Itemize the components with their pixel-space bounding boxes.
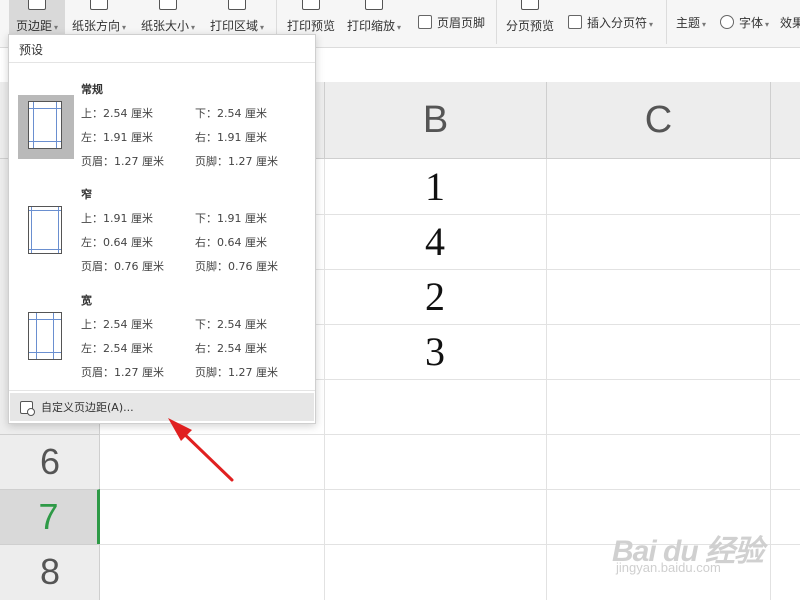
grid-line: [100, 434, 800, 435]
preset-footer: 页脚：1.27 厘米: [195, 366, 278, 379]
cell-b5[interactable]: 3: [324, 324, 546, 379]
print-area-label: 打印区域: [209, 19, 258, 33]
presets-heading: 预设: [9, 35, 315, 63]
preset-name: 常规: [81, 83, 103, 96]
row-header-8[interactable]: 8: [0, 544, 100, 599]
insert-page-break-button[interactable]: 插入分页符 ▾: [568, 10, 660, 34]
preset-header: 页眉：0.76 厘米: [81, 260, 164, 273]
custom-margins-icon: [20, 400, 35, 416]
chevron-down-icon: ▾: [54, 23, 59, 32]
preset-left: 左：2.54 厘米: [81, 342, 153, 355]
preset-left: 左：0.64 厘米: [81, 236, 153, 249]
preset-name: 窄: [81, 188, 92, 201]
insert-page-break-icon: [568, 15, 582, 29]
chevron-down-icon: ▾: [702, 19, 707, 29]
preset-right: 右：1.91 厘米: [195, 131, 267, 144]
paper-size-label: 纸张大小: [140, 19, 189, 33]
preset-top: 上：2.54 厘米: [81, 318, 153, 331]
watermark-url: jingyan.baidu.com: [616, 560, 721, 575]
chevron-down-icon: ▾: [191, 23, 196, 32]
header-footer-label: 页眉页脚: [437, 15, 486, 30]
orientation-label: 纸张方向: [71, 19, 120, 33]
narrow-margin-icon: [18, 200, 74, 264]
theme-button[interactable]: 主题 ▾: [676, 10, 714, 34]
menu-divider: [9, 390, 315, 391]
column-header-c[interactable]: C: [546, 82, 770, 159]
preset-footer: 页脚：0.76 厘米: [195, 260, 278, 273]
column-header-b[interactable]: B: [324, 82, 546, 159]
page-break-preview-icon: [521, 0, 539, 10]
chevron-down-icon: ▾: [397, 23, 402, 32]
ribbon-divider: [666, 0, 667, 44]
row-header-6[interactable]: 6: [0, 434, 100, 489]
column-header-d[interactable]: [770, 82, 800, 159]
preset-normal[interactable]: 常规 上：2.54 厘米 下：2.54 厘米 左：1.91 厘米 右：1.91 …: [9, 75, 315, 175]
header-footer-icon: [418, 15, 432, 29]
preset-footer: 页脚：1.27 厘米: [195, 155, 278, 168]
cell-b3[interactable]: 4: [324, 214, 546, 269]
font-button[interactable]: 字体 ▾: [720, 10, 776, 34]
preset-wide[interactable]: 宽 上：2.54 厘米 下：2.54 厘米 左：2.54 厘米 右：2.54 厘…: [9, 286, 315, 386]
custom-margins-item[interactable]: 自定义页边距(A)...: [10, 393, 314, 421]
grid-line: [100, 489, 800, 490]
font-icon: [720, 15, 734, 29]
preset-bottom: 下：1.91 厘米: [195, 212, 267, 225]
chevron-down-icon: ▾: [649, 19, 654, 29]
effects-button[interactable]: 效果: [780, 10, 800, 34]
print-zoom-icon: [365, 0, 383, 10]
margins-label: 页边距: [15, 19, 52, 33]
cell-b2[interactable]: 1: [324, 159, 546, 214]
baidu-watermark: Bai du 经验 jingyan.baidu.com: [612, 508, 792, 588]
chevron-down-icon: ▾: [260, 23, 265, 32]
margins-dropdown-menu: 预设 常规 上：2.54 厘米 下：2.54 厘米 左：1.91 厘米 右：1.…: [8, 34, 316, 424]
custom-margins-label: 自定义页边距(A)...: [41, 401, 134, 414]
page-break-preview-button[interactable]: 分页预览: [502, 0, 558, 44]
preset-narrow[interactable]: 窄 上：1.91 厘米 下：1.91 厘米 左：0.64 厘米 右：0.64 厘…: [9, 180, 315, 280]
grid-line: [546, 159, 547, 600]
print-area-icon: [228, 0, 246, 10]
page-break-preview-label: 分页预览: [505, 19, 554, 33]
print-zoom-button[interactable]: 打印缩放 ▾: [344, 0, 404, 44]
preset-top: 上：2.54 厘米: [81, 107, 153, 120]
preset-right: 右：0.64 厘米: [195, 236, 267, 249]
preset-name: 宽: [81, 294, 92, 307]
print-preview-icon: [302, 0, 320, 10]
preset-right: 右：2.54 厘米: [195, 342, 267, 355]
preset-header: 页眉：1.27 厘米: [81, 366, 164, 379]
preset-bottom: 下：2.54 厘米: [195, 107, 267, 120]
paper-size-icon: [159, 0, 177, 10]
ribbon-divider: [496, 0, 497, 44]
row-header-7[interactable]: 7: [0, 489, 100, 544]
margins-icon: [28, 0, 46, 10]
insert-page-break-label: 插入分页符: [587, 15, 648, 30]
chevron-down-icon: ▾: [765, 19, 770, 29]
font-label: 字体: [739, 15, 764, 30]
preset-header: 页眉：1.27 厘米: [81, 155, 164, 168]
preset-left: 左：1.91 厘米: [81, 131, 153, 144]
wide-margin-icon: [18, 306, 74, 370]
print-preview-label: 打印预览: [286, 19, 335, 33]
header-footer-button[interactable]: 页眉页脚: [418, 10, 492, 34]
chevron-down-icon: ▾: [122, 23, 127, 32]
theme-label: 主题: [676, 15, 701, 30]
effects-label: 效果: [780, 15, 800, 30]
cell-b4[interactable]: 2: [324, 269, 546, 324]
print-zoom-label: 打印缩放: [346, 19, 395, 33]
normal-margin-icon: [18, 95, 74, 159]
preset-top: 上：1.91 厘米: [81, 212, 153, 225]
preset-bottom: 下：2.54 厘米: [195, 318, 267, 331]
orientation-icon: [90, 0, 108, 10]
